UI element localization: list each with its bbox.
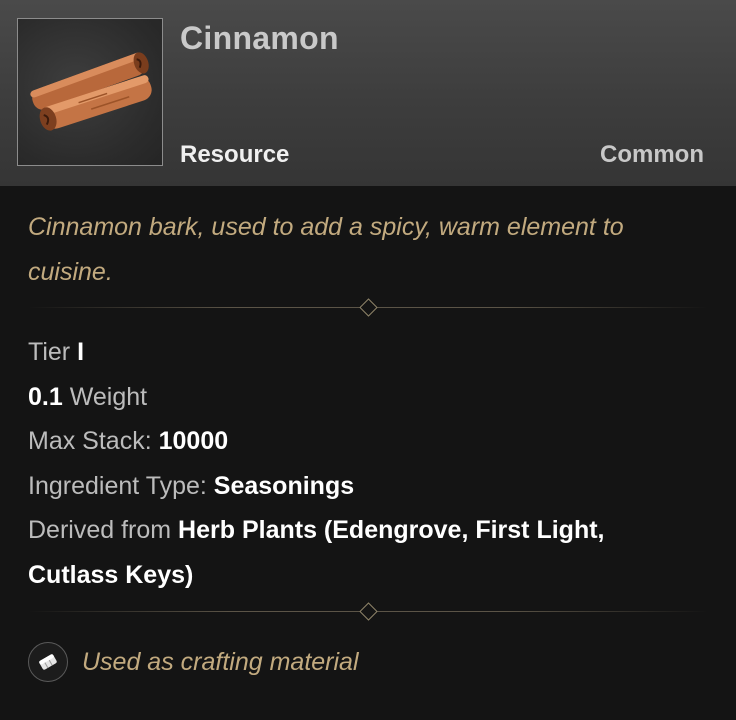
item-rarity: Common — [600, 141, 704, 168]
tooltip-header: Cinnamon Resource Common — [0, 0, 736, 186]
item-thumbnail — [17, 18, 163, 166]
crafting-note-text: Used as crafting material — [82, 647, 359, 676]
divider-diamond-icon — [359, 298, 378, 317]
weight-label: Weight — [69, 382, 148, 411]
ingredient-label: Ingredient Type: — [28, 471, 207, 500]
derived-label: Derived from — [28, 516, 172, 544]
tier-value: I — [77, 338, 85, 366]
stat-max-stack: Max Stack: 10000 — [28, 419, 718, 464]
derived-value-line1: Herb Plants (Edengrove, First Light, — [178, 516, 605, 544]
item-stats: Tier I 0.1 Weight Max Stack: 10000 Ingre… — [28, 330, 718, 597]
stat-derived-from-cont: Cutlass Keys) — [28, 553, 718, 598]
item-tooltip: Cinnamon Resource Common Cinnamon bark, … — [0, 0, 736, 720]
stat-weight: 0.1 Weight — [28, 375, 718, 420]
item-name: Cinnamon — [180, 20, 339, 56]
divider-diamond-icon — [359, 602, 378, 621]
section-divider — [28, 298, 708, 317]
item-description: Cinnamon bark, used to add a spicy, warm… — [28, 213, 624, 286]
stat-tier: Tier I — [28, 330, 718, 375]
item-type: Resource — [180, 141, 290, 168]
tier-label: Tier — [28, 338, 71, 366]
crafting-material-icon — [28, 642, 68, 682]
cinnamon-sticks-icon — [30, 52, 152, 131]
stat-derived-from: Derived from Herb Plants (Edengrove, Fir… — [28, 508, 718, 553]
derived-value-line2: Cutlass Keys) — [28, 560, 194, 589]
weight-value: 0.1 — [28, 382, 63, 411]
section-divider-2 — [28, 602, 708, 621]
ingredient-value: Seasonings — [213, 471, 355, 500]
max-stack-label: Max Stack: — [28, 427, 152, 455]
stat-ingredient-type: Ingredient Type: Seasonings — [28, 464, 718, 509]
max-stack-value: 10000 — [158, 427, 229, 455]
crafting-note: Used as crafting material — [28, 642, 359, 682]
